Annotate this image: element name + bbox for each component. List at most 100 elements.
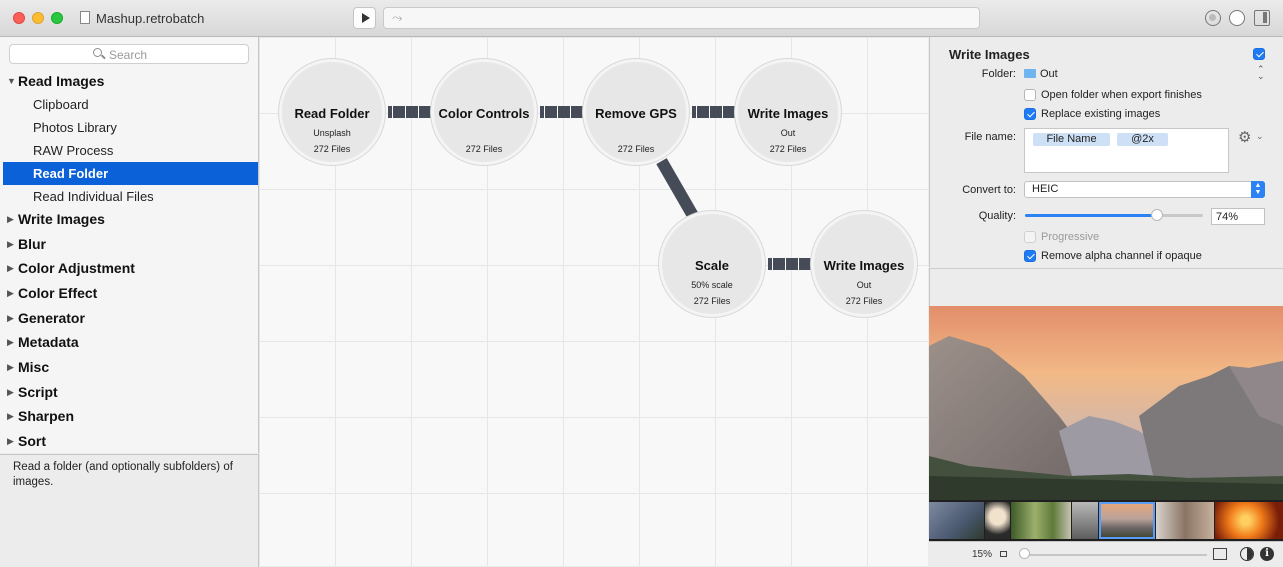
zoom-window-button[interactable] — [51, 12, 63, 24]
convert-to-select[interactable]: HEIC ▲ ▼ — [1024, 181, 1265, 198]
connector-scale-to-write-images[interactable] — [768, 258, 812, 270]
contrast-icon[interactable] — [1240, 547, 1254, 561]
thumbnail[interactable] — [1072, 502, 1098, 539]
disclosure-closed-icon[interactable]: ▶ — [7, 331, 14, 353]
zoom-level: 15% — [972, 549, 993, 560]
select-chevron-icon: ▲ ▼ — [1251, 181, 1265, 198]
sidebar-item-clipboard[interactable]: Clipboard — [0, 93, 258, 116]
window-title: Mashup.retrobatch — [96, 11, 205, 26]
close-window-button[interactable] — [13, 12, 25, 24]
disclosure-open-icon[interactable]: ▼ — [7, 70, 16, 92]
folder-popup[interactable]: Out — [1040, 68, 1058, 80]
category-sharpen[interactable]: ▶ Sharpen — [0, 405, 258, 427]
category-script[interactable]: ▶ Script — [0, 381, 258, 403]
disclosure-closed-icon[interactable]: ▶ — [7, 282, 14, 304]
info-icon[interactable]: i — [1260, 547, 1274, 561]
connector-read-folder-to-color-controls[interactable] — [388, 106, 432, 118]
progressive-label: Progressive — [1041, 231, 1100, 243]
file-name-label: File name: — [964, 131, 1016, 143]
folder-popup-chevron-icon[interactable]: ⌃ ⌄ — [1257, 65, 1265, 81]
inspector-title: Write Images — [949, 47, 1030, 62]
thumbnail[interactable] — [1156, 502, 1214, 539]
remove-alpha-checkbox[interactable] — [1024, 250, 1036, 262]
gear-icon[interactable]: ⚙ — [1238, 128, 1251, 146]
quality-field[interactable]: 74% — [1211, 208, 1265, 225]
sidebar-item-read-folder[interactable]: Read Folder — [3, 162, 258, 185]
preview-zoom-bar: 15% i — [929, 541, 1283, 567]
search-placeholder: Search — [109, 48, 148, 62]
thumbnail[interactable] — [1011, 502, 1071, 539]
sidebar-item-raw-process[interactable]: RAW Process — [0, 139, 258, 162]
sidebar-item-photos-library[interactable]: Photos Library — [0, 116, 258, 139]
thumbnail[interactable] — [929, 502, 984, 539]
disclosure-closed-icon[interactable]: ▶ — [7, 307, 14, 329]
disclosure-closed-icon[interactable]: ▶ — [7, 208, 14, 230]
category-read-images[interactable]: ▼ Read Images — [0, 70, 258, 92]
category-color-effect[interactable]: ▶ Color Effect — [0, 282, 258, 304]
play-button[interactable] — [353, 7, 376, 29]
zoom-in-image-icon[interactable] — [1213, 548, 1227, 560]
disclosure-closed-icon[interactable]: ▶ — [7, 430, 14, 452]
document-icon — [80, 11, 90, 24]
node-description-panel: Read a folder (and optionally subfolders… — [0, 454, 259, 567]
category-sort[interactable]: ▶ Sort — [0, 430, 258, 452]
chevron-down-icon[interactable]: ⌄ — [1256, 131, 1264, 142]
minimize-window-button[interactable] — [32, 12, 44, 24]
workflow-canvas[interactable]: Read Folder Unsplash 272 Files Color Con… — [259, 37, 928, 566]
status-icon: ⤳ — [392, 10, 403, 25]
search-icon — [93, 48, 102, 57]
thumbnail-selected[interactable] — [1099, 502, 1155, 539]
replace-existing-label: Replace existing images — [1041, 108, 1161, 120]
disclosure-closed-icon[interactable]: ▶ — [7, 233, 14, 255]
folder-icon — [1024, 69, 1036, 78]
sidebar-item-read-individual-files[interactable]: Read Individual Files — [0, 185, 258, 208]
category-blur[interactable]: ▶ Blur — [0, 233, 258, 255]
category-metadata[interactable]: ▶ Metadata — [0, 331, 258, 353]
disclosure-closed-icon[interactable]: ▶ — [7, 405, 14, 427]
node-enabled-checkbox[interactable] — [1253, 48, 1265, 60]
disclosure-closed-icon[interactable]: ▶ — [7, 257, 14, 279]
progressive-checkbox — [1024, 231, 1036, 243]
preview-landscape-image — [929, 306, 1283, 500]
disclosure-closed-icon[interactable]: ▶ — [7, 356, 14, 378]
image-preview[interactable] — [929, 306, 1283, 500]
thumbnail-strip[interactable] — [929, 500, 1283, 541]
file-name-field[interactable]: File Name @2x — [1024, 128, 1229, 173]
thumbnail[interactable] — [985, 502, 1010, 539]
open-folder-checkbox[interactable] — [1024, 89, 1036, 101]
disclosure-closed-icon[interactable]: ▶ — [7, 381, 14, 403]
connector-color-controls-to-remove-gps[interactable] — [540, 106, 584, 118]
folder-label: Folder: — [981, 68, 1016, 80]
suffix-token[interactable]: @2x — [1117, 133, 1168, 146]
comment-icon[interactable] — [1229, 10, 1245, 26]
quality-slider-knob[interactable] — [1150, 209, 1163, 221]
file-name-token[interactable]: File Name — [1033, 133, 1110, 146]
remove-alpha-label: Remove alpha channel if opaque — [1041, 250, 1202, 262]
title-bar: Mashup.retrobatch ⤳ — [0, 0, 1283, 37]
node-scale[interactable]: Scale 50% scale 272 Files — [659, 211, 765, 317]
replace-existing-checkbox[interactable] — [1024, 108, 1036, 120]
node-write-images[interactable]: Write Images Out 272 Files — [735, 59, 841, 165]
toggle-inspector-icon[interactable] — [1254, 10, 1270, 26]
node-read-folder[interactable]: Read Folder Unsplash 272 Files — [279, 59, 385, 165]
category-misc[interactable]: ▶ Misc — [0, 356, 258, 378]
status-field: ⤳ — [383, 7, 980, 29]
zoom-out-image-icon[interactable] — [1000, 551, 1007, 557]
zoom-slider[interactable] — [1019, 554, 1207, 556]
record-icon[interactable] — [1205, 10, 1221, 26]
zoom-slider-knob[interactable] — [1019, 548, 1030, 559]
node-library-sidebar: Search ▼ Read Images Clipboard Photos Li… — [0, 37, 259, 453]
search-input[interactable]: Search — [9, 44, 249, 64]
connector-remove-gps-to-scale[interactable] — [656, 158, 698, 218]
node-remove-gps[interactable]: Remove GPS 272 Files — [583, 59, 689, 165]
connector-remove-gps-to-write-images[interactable] — [692, 106, 736, 118]
node-color-controls[interactable]: Color Controls 272 Files — [431, 59, 537, 165]
category-generator[interactable]: ▶ Generator — [0, 307, 258, 329]
quality-slider-fill — [1025, 214, 1157, 217]
category-color-adjustment[interactable]: ▶ Color Adjustment — [0, 257, 258, 279]
quality-slider[interactable] — [1025, 209, 1203, 221]
open-folder-label: Open folder when export finishes — [1041, 89, 1202, 101]
category-write-images[interactable]: ▶ Write Images — [0, 208, 258, 230]
thumbnail[interactable] — [1215, 502, 1283, 539]
node-write-images-scaled[interactable]: Write Images Out 272 Files — [811, 211, 917, 317]
